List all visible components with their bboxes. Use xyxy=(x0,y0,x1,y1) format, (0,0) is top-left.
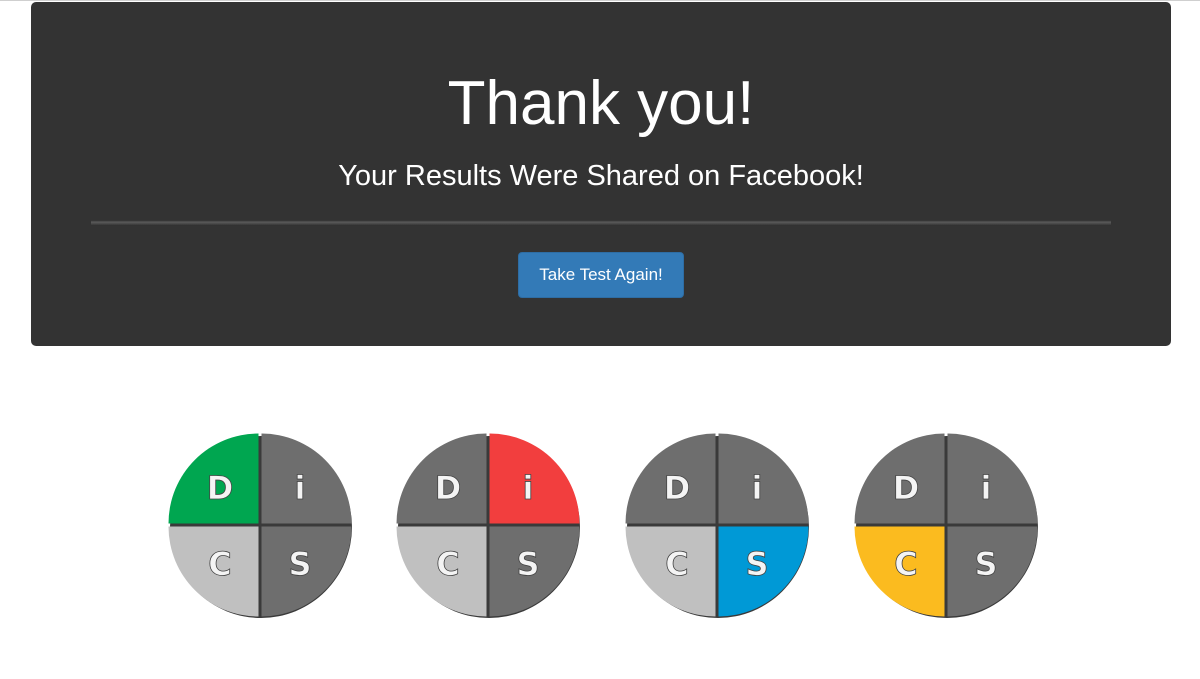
quadrant-letter: S xyxy=(516,545,539,583)
quadrant-letter: S xyxy=(288,545,311,583)
quadrant-letter: i xyxy=(981,469,992,507)
quadrant-letter: S xyxy=(974,545,997,583)
divider xyxy=(91,220,1111,226)
quadrant-letter: C xyxy=(436,545,459,583)
i-quadrant xyxy=(489,433,580,524)
disc-s-icon: Di C S xyxy=(625,433,809,618)
quadrant-letter: C xyxy=(208,545,231,583)
top-border xyxy=(0,0,1200,1)
thank-you-panel: Thank you! Your Results Were Shared on F… xyxy=(31,2,1171,346)
disc-i-icon: Di C S xyxy=(396,433,580,618)
take-test-again-button[interactable]: Take Test Again! xyxy=(518,252,684,298)
quadrant-letter: D xyxy=(664,469,691,507)
i-quadrant xyxy=(261,433,352,524)
quadrant-letter: D xyxy=(207,469,234,507)
quadrant-letter: i xyxy=(752,469,763,507)
i-quadrant xyxy=(718,433,809,524)
quadrant-letter: C xyxy=(894,545,917,583)
quadrant-letter: C xyxy=(665,545,688,583)
quadrant-letter: S xyxy=(745,545,768,583)
quadrant-letter: i xyxy=(295,469,306,507)
page-title: Thank you! xyxy=(447,69,755,138)
disc-icons-row: Di C S Di C S Di C S Di C S xyxy=(0,430,1200,625)
quadrant-letter: i xyxy=(523,469,534,507)
disc-d-icon: Di C S xyxy=(168,433,352,618)
i-quadrant xyxy=(947,433,1038,524)
disc-c-icon: Di C S xyxy=(854,433,1038,618)
quadrant-letter: D xyxy=(893,469,920,507)
shared-message: Your Results Were Shared on Facebook! xyxy=(338,160,864,192)
quadrant-letter: D xyxy=(435,469,462,507)
